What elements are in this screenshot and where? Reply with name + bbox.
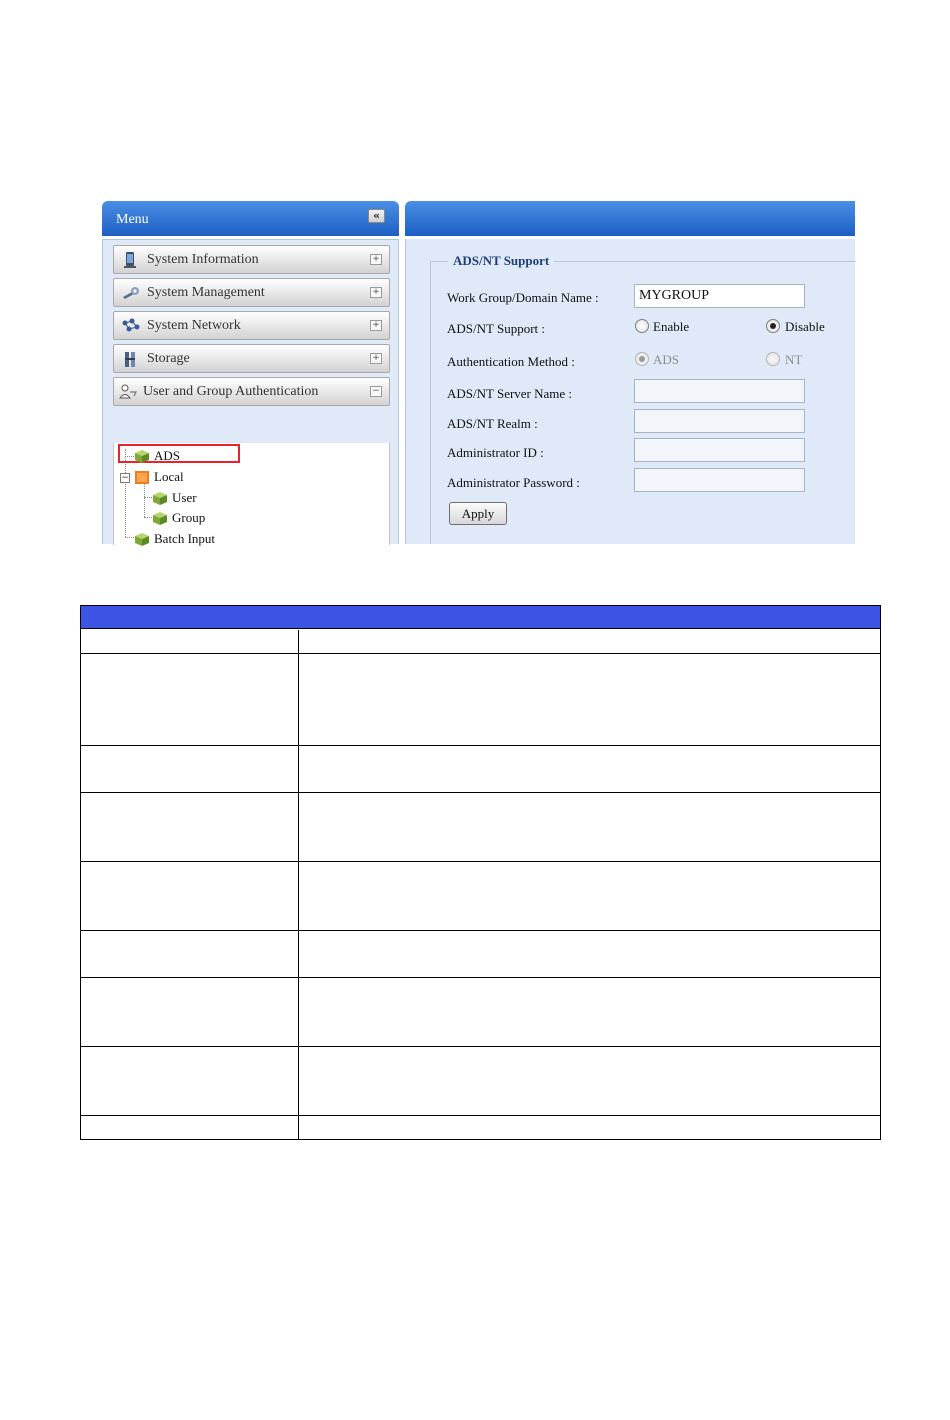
description-table (80, 605, 881, 1140)
table-cell (299, 793, 880, 861)
table-row (81, 746, 880, 793)
table-cell (81, 931, 299, 977)
users-icon (119, 384, 137, 399)
tree-connector (144, 483, 145, 517)
menu-panel: Menu « System Information + System Manag… (102, 201, 399, 548)
panel-body: ADS/NT Support Work Group/Domain Name : … (405, 239, 856, 544)
cube-icon (135, 532, 149, 546)
table-cell (81, 793, 299, 861)
table-cell (81, 1116, 299, 1139)
menu-item-label: System Information (147, 252, 259, 267)
table-row (81, 793, 880, 862)
admin-id-label: Administrator ID : (447, 445, 544, 460)
server-name-label: ADS/NT Server Name : (447, 386, 573, 401)
support-label: ADS/NT Support : (447, 321, 545, 336)
menu-item-storage[interactable]: Storage + (113, 344, 390, 373)
tree-item-local[interactable]: Local (134, 468, 184, 486)
table-row (81, 1047, 880, 1116)
menu-item-system-information[interactable]: System Information + (113, 245, 390, 274)
menu-item-user-group-authentication[interactable]: User and Group Authentication − (113, 377, 390, 406)
disable-radio[interactable] (766, 319, 780, 333)
table-cell (299, 1116, 880, 1139)
network-icon (122, 318, 140, 332)
expand-icon[interactable]: + (370, 353, 382, 364)
menu-item-system-network[interactable]: System Network + (113, 311, 390, 340)
collapse-icon[interactable]: − (370, 386, 382, 397)
workgroup-label: Work Group/Domain Name : (447, 290, 599, 305)
folder-icon (135, 470, 149, 484)
wrench-icon (123, 287, 139, 299)
cube-icon (153, 491, 167, 505)
collapse-menu-button[interactable]: « (368, 209, 385, 223)
tree-connector (144, 497, 152, 498)
table-cell (81, 746, 299, 792)
table-cell (299, 978, 880, 1046)
table-cell (299, 654, 880, 745)
table-cell (81, 1047, 299, 1115)
table-row (81, 654, 880, 746)
ads-radio-label: ADS (653, 352, 680, 367)
table-cell (81, 862, 299, 930)
cube-icon (135, 449, 149, 463)
table-cell (299, 746, 880, 792)
admin-password-input[interactable] (634, 468, 805, 492)
enable-radio-label: Enable (653, 319, 690, 334)
admin-password-label: Administrator Password : (447, 475, 580, 490)
monitor-icon (124, 252, 136, 268)
table-cell (81, 630, 299, 653)
table-cell (299, 862, 880, 930)
admin-id-input[interactable] (634, 438, 805, 462)
storage-icon (125, 352, 135, 367)
menu-item-label: User and Group Authentication (143, 384, 319, 399)
menu-item-system-management[interactable]: System Management + (113, 278, 390, 307)
table-row (81, 862, 880, 931)
expand-icon[interactable]: + (370, 287, 382, 298)
table-row (81, 630, 880, 654)
table-cell (299, 931, 880, 977)
ads-radio[interactable] (635, 352, 649, 366)
ads-settings-panel: ADS/NT Support Work Group/Domain Name : … (405, 201, 856, 544)
server-name-input[interactable] (634, 379, 805, 403)
tree-connector (144, 517, 152, 518)
menu-item-label: Storage (147, 351, 190, 366)
apply-button[interactable]: Apply (449, 502, 507, 525)
realm-label: ADS/NT Realm : (447, 416, 538, 431)
table-row (81, 1116, 880, 1139)
table-cell (81, 978, 299, 1046)
table-cell (299, 630, 880, 653)
tree-item-ads[interactable]: ADS (134, 447, 180, 465)
menu-item-label: System Management (147, 285, 265, 300)
navigation-tree: ADS − Local User Group Batch Input (113, 443, 390, 548)
tree-item-user[interactable]: User (152, 489, 197, 507)
cube-icon (153, 511, 167, 525)
enable-radio[interactable] (635, 319, 649, 333)
menu-body: System Information + System Management +… (102, 239, 399, 548)
panel-header (405, 201, 855, 236)
expand-icon[interactable]: + (370, 320, 382, 331)
disable-radio-label: Disable (785, 319, 825, 334)
realm-input[interactable] (634, 409, 805, 433)
tree-collapse-toggle[interactable]: − (120, 473, 130, 483)
fieldset-legend: ADS/NT Support (448, 253, 555, 269)
table-row (81, 931, 880, 978)
menu-header: Menu « (102, 201, 399, 236)
tree-connector (125, 537, 134, 538)
menu-item-label: System Network (147, 318, 241, 333)
nt-radio[interactable] (766, 352, 780, 366)
table-header (81, 606, 880, 629)
menu-title: Menu (116, 212, 149, 227)
tree-item-batch-input[interactable]: Batch Input (134, 530, 215, 548)
expand-icon[interactable]: + (370, 254, 382, 265)
nt-radio-label: NT (785, 352, 803, 367)
auth-method-label: Authentication Method : (447, 354, 575, 369)
table-cell (299, 1047, 880, 1115)
workgroup-input[interactable]: MYGROUP (634, 284, 805, 308)
table-cell (81, 654, 299, 745)
tree-item-group[interactable]: Group (152, 509, 205, 527)
table-row (81, 978, 880, 1047)
